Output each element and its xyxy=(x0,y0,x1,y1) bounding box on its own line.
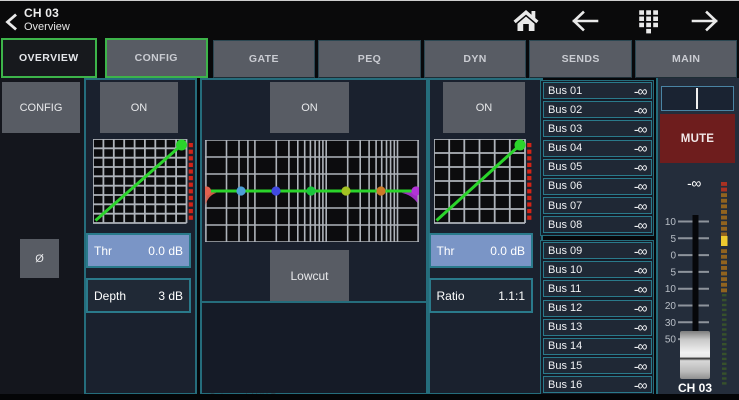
svg-text:50: 50 xyxy=(665,335,677,346)
svg-text:10: 10 xyxy=(665,284,677,295)
svg-text:0: 0 xyxy=(670,251,676,262)
svg-text:30: 30 xyxy=(665,318,677,329)
svg-text:5: 5 xyxy=(670,267,676,278)
svg-text:20: 20 xyxy=(665,301,677,312)
svg-text:10: 10 xyxy=(665,217,677,228)
svg-text:5: 5 xyxy=(670,234,676,245)
